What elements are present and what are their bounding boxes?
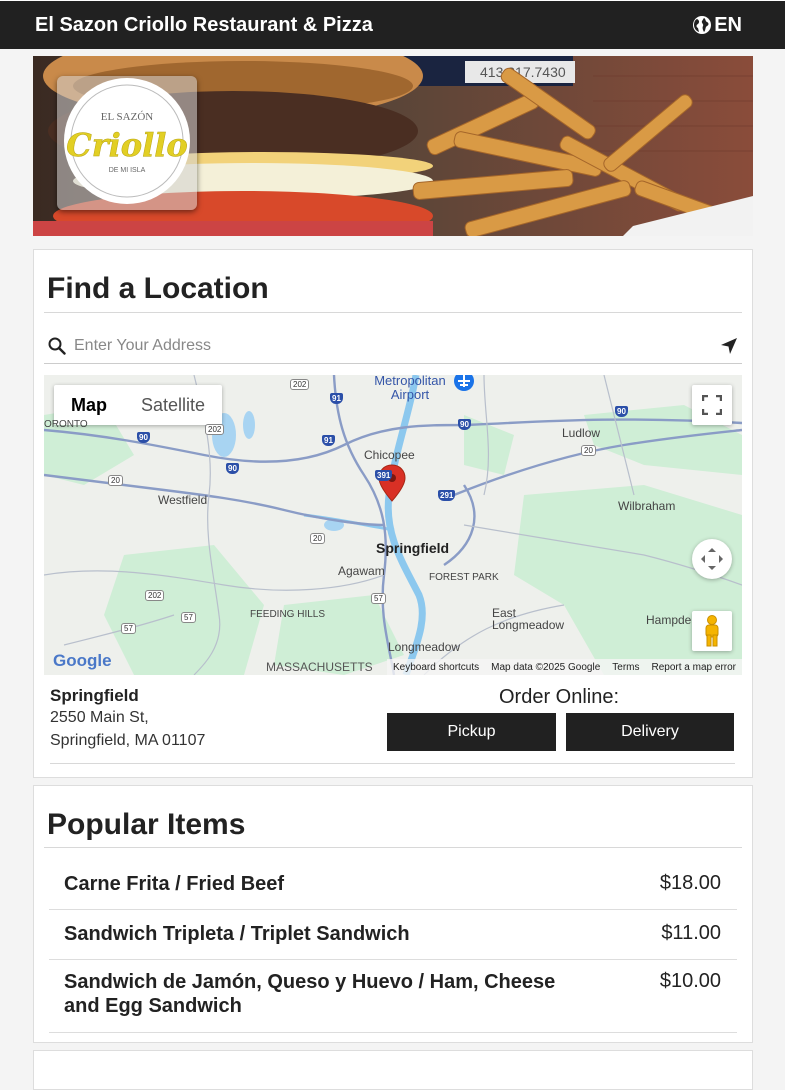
logo-main-text: Criollo xyxy=(66,126,187,164)
map-label-feeding-hills: FEEDING HILLS xyxy=(250,609,326,620)
find-location-heading: Find a Location xyxy=(47,272,269,305)
pegman-icon xyxy=(705,615,719,647)
map-label-east-longmeadow: East Longmeadow xyxy=(492,606,565,632)
map-label-longmeadow: Longmeadow xyxy=(388,640,461,654)
logo-bottom-text: DE MI ISLA xyxy=(109,167,146,174)
i90-shield: 90 xyxy=(226,463,239,474)
globe-icon xyxy=(693,16,712,34)
map-attribution-bar: Keyboard shortcuts Map data ©2025 Google… xyxy=(386,659,742,675)
map-label-agawam: Agawam xyxy=(338,564,385,578)
fullscreen-button[interactable] xyxy=(692,385,732,425)
map-label-airport: Metropolitan Airport xyxy=(374,375,446,402)
i90-shield: 90 xyxy=(458,419,471,430)
map-data-credit: Map data ©2025 Google xyxy=(491,661,601,673)
i91-shield: 91 xyxy=(322,435,335,446)
restaurant-title[interactable]: El Sazon Criollo Restaurant & Pizza xyxy=(35,14,373,37)
popular-items-heading: Popular Items xyxy=(47,808,246,841)
us20-shield: 20 xyxy=(581,445,596,456)
us57-shield: 57 xyxy=(371,593,386,604)
top-navbar: El Sazon Criollo Restaurant & Pizza EN xyxy=(0,0,785,49)
menu-item-price: $18.00 xyxy=(659,872,721,894)
i90-shield: 90 xyxy=(615,406,628,417)
location-city-line: Springfield, MA 01107 xyxy=(50,732,206,749)
map-label-ludlow: Ludlow xyxy=(562,426,601,440)
logo-top-text: EL SAZÓN xyxy=(101,111,154,123)
google-logo: Google xyxy=(53,651,112,670)
map-label-wilbraham: Wilbraham xyxy=(618,499,676,513)
satellite-view-button[interactable]: Satellite xyxy=(124,385,222,425)
menu-item-price: $10.00 xyxy=(659,970,721,992)
divider xyxy=(44,312,742,313)
i391-shield: 391 xyxy=(375,470,393,481)
i90-shield: 90 xyxy=(137,432,150,443)
us20-shield: 20 xyxy=(108,475,123,486)
menu-item[interactable]: Sandwich Tripleta / Triplet Sandwich $11… xyxy=(49,910,737,960)
us202-shield: 202 xyxy=(145,590,165,601)
terms-link[interactable]: Terms xyxy=(612,662,639,673)
delivery-button[interactable]: Delivery xyxy=(566,713,734,751)
menu-item-name: Sandwich Tripleta / Triplet Sandwich xyxy=(64,923,410,945)
pan-arrows-icon xyxy=(701,548,723,570)
address-search-input[interactable] xyxy=(66,336,720,355)
menu-item-name: Sandwich de Jamón, Queso y Huevo / Ham, … xyxy=(64,971,556,1017)
locate-me-icon[interactable] xyxy=(720,337,738,355)
order-online-label: Order Online: xyxy=(499,686,620,708)
language-label: EN xyxy=(714,13,742,36)
map-label-chicopee: Chicopee xyxy=(364,448,415,462)
menu-item[interactable]: Carne Frita / Fried Beef $18.00 xyxy=(49,860,737,910)
divider xyxy=(50,763,735,764)
street-view-button[interactable] xyxy=(692,611,732,651)
us202-shield: 202 xyxy=(205,424,225,435)
menu-item-price: $11.00 xyxy=(661,922,721,944)
map-label-springfield: Springfield xyxy=(376,540,450,556)
map-label-westfield: Westfield xyxy=(158,493,208,507)
address-search-bar xyxy=(44,328,742,364)
map-label-forest-park: FOREST PARK xyxy=(429,572,499,583)
restaurant-logo: EL SAZÓN Criollo DE MI ISLA xyxy=(57,76,197,210)
keyboard-shortcuts-link[interactable]: Keyboard shortcuts xyxy=(393,662,479,673)
next-section-card xyxy=(33,1050,753,1090)
menu-item-name: Carne Frita / Fried Beef xyxy=(64,873,285,895)
language-selector[interactable]: EN xyxy=(692,14,742,37)
location-name: Springfield xyxy=(50,686,139,705)
location-map[interactable]: Map Satellite Springfield Chicopee Westf… xyxy=(44,375,742,675)
popular-items-card: Popular Items Carne Frita / Fried Beef $… xyxy=(33,785,753,1043)
divider xyxy=(44,847,742,848)
location-street: 2550 Main St, xyxy=(50,709,149,726)
location-finder-card: Find a Location Enter Your Address Map S… xyxy=(33,249,753,778)
search-icon xyxy=(48,337,66,355)
us57-shield: 57 xyxy=(121,623,136,634)
fullscreen-icon xyxy=(702,395,722,415)
us202-shield: 202 xyxy=(290,379,310,390)
map-camera-control[interactable] xyxy=(692,539,732,579)
i291-shield: 291 xyxy=(438,490,456,501)
report-map-error-link[interactable]: Report a map error xyxy=(652,662,736,673)
map-label-hampden: Hampde xyxy=(646,613,692,627)
map-label-toronto: ORONTO xyxy=(44,419,88,430)
menu-item[interactable]: Sandwich de Jamón, Queso y Huevo / Ham, … xyxy=(49,960,737,1033)
map-label-massachusetts: MASSACHUSETTS xyxy=(266,660,373,674)
pickup-button[interactable]: Pickup xyxy=(387,713,556,751)
us57-shield: 57 xyxy=(181,612,196,623)
us20-shield: 20 xyxy=(310,533,325,544)
i91-shield: 91 xyxy=(330,393,343,404)
